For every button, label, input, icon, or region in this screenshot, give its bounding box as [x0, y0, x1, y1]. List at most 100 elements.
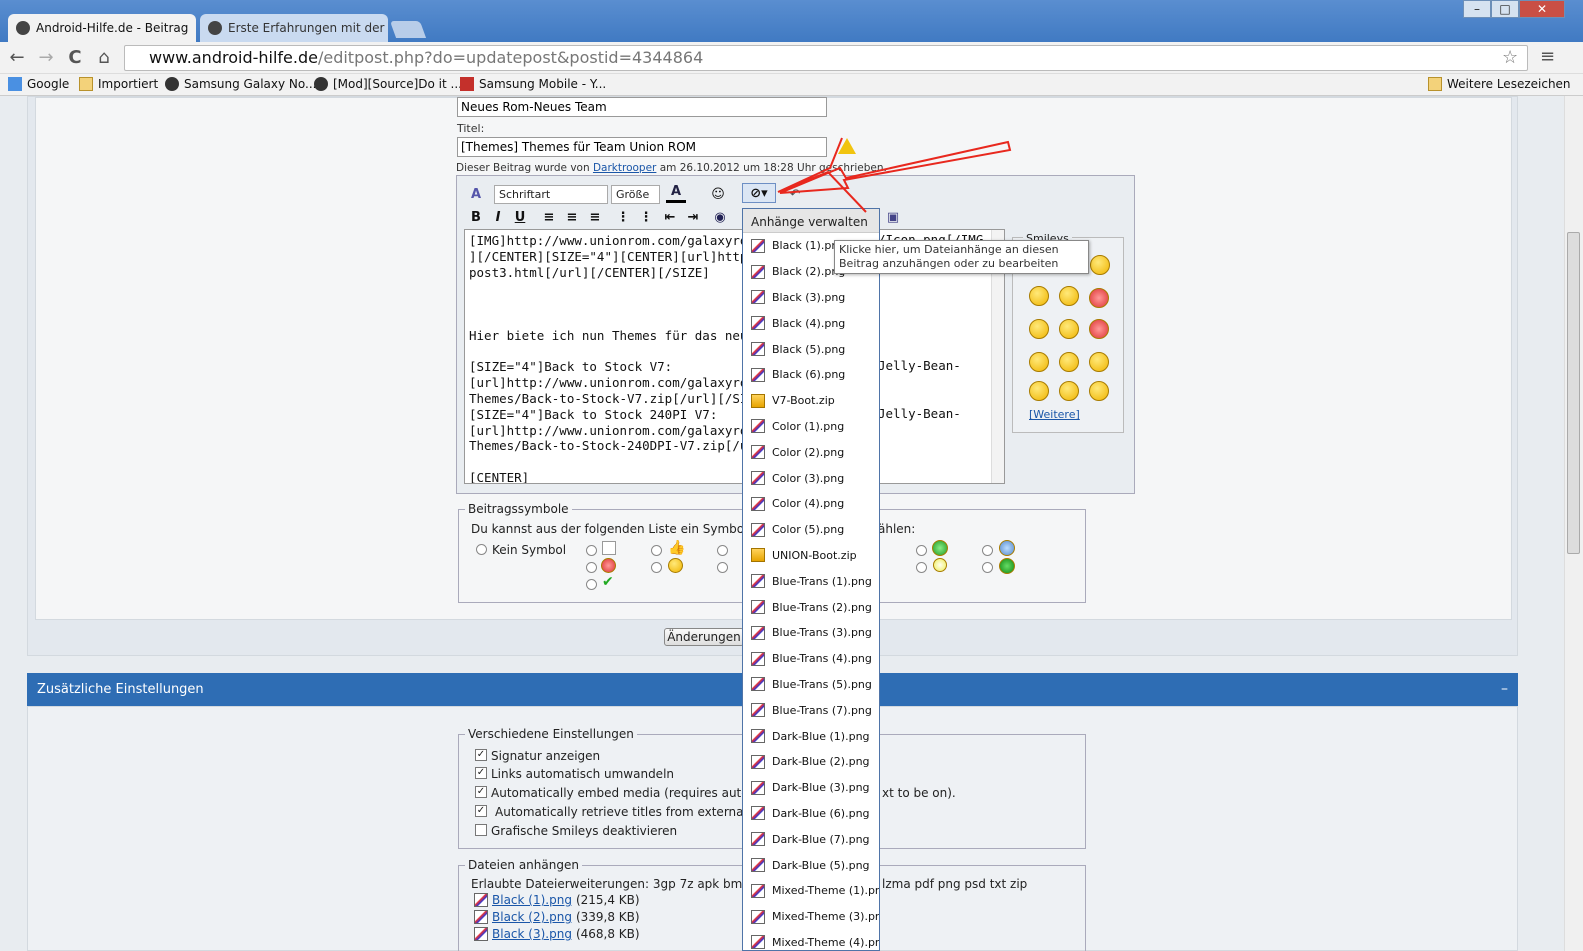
attachment-item[interactable]: Blue-Trans (5).png [743, 672, 879, 698]
smiley-angry-icon[interactable] [1089, 288, 1109, 308]
attachment-item[interactable]: Dark-Blue (1).png [743, 723, 879, 749]
attachment-item[interactable]: Black (5).png [743, 336, 879, 362]
font-select[interactable]: Schriftart [494, 185, 608, 204]
smiley-sad-icon[interactable] [1090, 255, 1110, 275]
bookmark-google[interactable]: Google [8, 77, 69, 91]
post-icon-radio[interactable] [586, 562, 597, 573]
window-close-button[interactable]: ✕ [1519, 0, 1565, 18]
option-checkbox[interactable]: ✓ [475, 786, 487, 798]
smiley-wink-icon[interactable] [1089, 381, 1109, 401]
attachment-item[interactable]: Blue-Trans (2).png [743, 594, 879, 620]
option-checkbox[interactable] [475, 824, 487, 836]
attached-file-link[interactable]: Black (1).png [492, 893, 572, 907]
page-scrollbar-thumb[interactable] [1567, 232, 1580, 554]
attachment-item[interactable]: Color (3).png [743, 465, 879, 491]
attachment-item[interactable]: Color (1).png [743, 414, 879, 440]
smiley-dizzy-icon[interactable] [1059, 286, 1079, 306]
post-icon-radio[interactable] [586, 579, 597, 590]
post-icon-radio[interactable] [651, 545, 662, 556]
back-button[interactable]: ← [4, 45, 30, 71]
attachment-item[interactable]: Dark-Blue (2).png [743, 749, 879, 775]
insert-link-icon[interactable]: ◉ [710, 207, 730, 227]
outdent-icon[interactable]: ⇤ [660, 207, 680, 227]
align-right-icon[interactable]: ≡ [585, 207, 605, 227]
smiley-smile-icon[interactable] [1029, 381, 1049, 401]
align-left-icon[interactable]: ≡ [539, 207, 559, 227]
save-changes-button[interactable]: Änderungen [664, 628, 744, 646]
post-icon-radio[interactable] [982, 562, 993, 573]
underline-icon[interactable]: U [510, 207, 530, 227]
tab-erste-erfahrungen[interactable]: Erste Erfahrungen mit der × [200, 14, 388, 42]
attachment-item[interactable]: Black (4).png [743, 310, 879, 336]
smiley-cool-icon[interactable] [1029, 319, 1049, 339]
post-icon-radio[interactable] [586, 545, 597, 556]
italic-icon[interactable]: I [488, 207, 508, 227]
smiley-tongue-icon[interactable] [1059, 352, 1079, 372]
attachment-item[interactable]: Mixed-Theme (3).png [743, 904, 879, 930]
post-icon-radio[interactable] [651, 562, 662, 573]
smiley-confused-icon[interactable] [1059, 319, 1079, 339]
attachment-item[interactable]: Dark-Blue (5).png [743, 852, 879, 878]
attached-file-link[interactable]: Black (3).png [492, 927, 572, 941]
bookmark-mod-source[interactable]: [Mod][Source]Do it ... [314, 77, 462, 91]
post-icon-none-radio[interactable] [476, 544, 487, 555]
attachment-item[interactable]: UNION-Boot.zip [743, 543, 879, 569]
smiley-mad-icon[interactable] [1089, 319, 1109, 339]
post-icon-radio[interactable] [982, 545, 993, 556]
remove-format-icon[interactable]: A [466, 184, 486, 204]
unordered-list-icon[interactable]: ⋮ [636, 207, 656, 227]
maximize-button[interactable]: □ [1491, 0, 1519, 18]
attachment-item[interactable]: Black (3).png [743, 285, 879, 311]
post-icon-radio[interactable] [717, 562, 728, 573]
option-checkbox[interactable]: ✓ [475, 749, 487, 761]
smiley-scared-icon[interactable] [1029, 286, 1049, 306]
attachment-item[interactable]: Blue-Trans (7).png [743, 697, 879, 723]
attachment-item[interactable]: Color (4).png [743, 491, 879, 517]
attachment-item[interactable]: V7-Boot.zip [743, 388, 879, 414]
collapse-icon[interactable]: – [1501, 673, 1508, 706]
bookmark-star-icon[interactable]: ☆ [1502, 47, 1518, 68]
attachment-item[interactable]: Dark-Blue (7).png [743, 826, 879, 852]
attachment-item[interactable]: Black (6).png [743, 362, 879, 388]
reload-button[interactable]: C [62, 45, 88, 71]
reason-input[interactable] [457, 97, 827, 117]
attached-file-link[interactable]: Black (2).png [492, 910, 572, 924]
attachment-item[interactable]: Blue-Trans (4).png [743, 646, 879, 672]
forward-button[interactable]: → [33, 45, 59, 71]
ordered-list-icon[interactable]: ⋮ [613, 207, 633, 227]
size-select[interactable]: Größe [611, 185, 660, 204]
text-color-icon[interactable]: A [666, 183, 686, 203]
bold-icon[interactable]: B [466, 207, 486, 227]
indent-icon[interactable]: ⇥ [683, 207, 703, 227]
smiley-eek-icon[interactable] [1089, 352, 1109, 372]
tab-close-icon[interactable]: × [194, 21, 196, 35]
post-icon-radio[interactable] [916, 562, 927, 573]
attachment-item[interactable]: Mixed-Theme (1).png [743, 878, 879, 904]
edit-note-user-link[interactable]: Darktrooper [593, 162, 656, 174]
attachment-item[interactable]: Dark-Blue (3).png [743, 775, 879, 801]
attachment-item[interactable]: Blue-Trans (1).png [743, 568, 879, 594]
attachment-item[interactable]: Mixed-Theme (4).png [743, 930, 879, 950]
new-tab-button[interactable] [389, 21, 427, 38]
bookmark-samsung-galaxy[interactable]: Samsung Galaxy No... [165, 77, 316, 91]
bookmark-other[interactable]: Weitere Lesezeichen [1428, 77, 1571, 91]
option-checkbox[interactable]: ✓ [475, 767, 487, 779]
minimize-button[interactable]: – [1463, 0, 1491, 18]
smileys-more-link[interactable]: [Weitere] [1029, 408, 1080, 421]
bookmark-importiert[interactable]: Importiert [79, 77, 158, 91]
post-icon-radio[interactable] [717, 545, 728, 556]
smiley-menu-icon[interactable]: ☺ [708, 184, 728, 204]
attachment-item[interactable]: Blue-Trans (3).png [743, 620, 879, 646]
smiley-question-icon[interactable] [1029, 352, 1049, 372]
address-bar[interactable]: www.android-hilfe.de/editpost.php?do=upd… [124, 45, 1528, 71]
align-center-icon[interactable]: ≡ [562, 207, 582, 227]
smiley-surprised-icon[interactable] [1059, 381, 1079, 401]
option-checkbox[interactable]: ✓ [475, 805, 487, 817]
attachment-item[interactable]: Color (2).png [743, 439, 879, 465]
attachment-item[interactable]: Dark-Blue (6).png [743, 801, 879, 827]
post-icon-radio[interactable] [916, 545, 927, 556]
menu-icon[interactable]: ≡ [1540, 46, 1555, 67]
home-button[interactable]: ⌂ [91, 45, 117, 71]
tab-android-hilfe[interactable]: Android-Hilfe.de - Beitrag × [8, 14, 196, 42]
bookmark-samsung-mobile[interactable]: Samsung Mobile - Y... [460, 77, 606, 91]
